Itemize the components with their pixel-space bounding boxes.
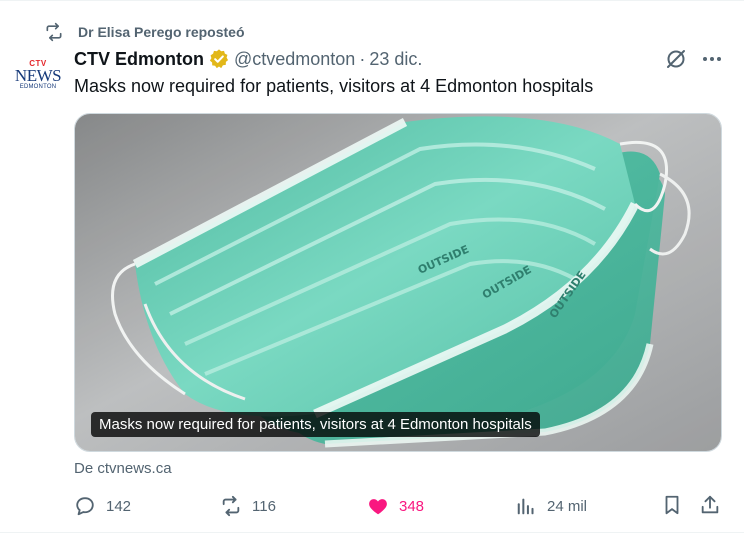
repost-button[interactable]: 116: [220, 494, 276, 518]
reply-button[interactable]: 142: [74, 494, 131, 518]
repost-count: 116: [252, 497, 276, 515]
repost-label: Dr Elisa Perego reposteó: [78, 24, 245, 40]
bottom-divider: [0, 532, 744, 533]
reply-icon: [76, 497, 94, 516]
repost-action-icon: [222, 495, 240, 517]
like-button[interactable]: 348: [367, 494, 424, 518]
heart-icon: [369, 499, 387, 515]
tweet-header: CTV Edmonton @ctvedmonton · 23 dic.: [74, 47, 422, 71]
grok-icon[interactable]: [664, 47, 688, 71]
header-separator: ·: [359, 48, 366, 69]
card-source[interactable]: De ctvnews.ca: [74, 460, 172, 477]
avatar[interactable]: CTV NEWS EDMONTON: [14, 53, 62, 97]
card-caption: Masks now required for patients, visitor…: [91, 412, 540, 437]
reply-count: 142: [106, 497, 132, 515]
repost-icon: [46, 22, 62, 42]
bookmark-icon[interactable]: [661, 494, 683, 516]
views-button[interactable]: 24 mil: [515, 494, 587, 518]
views-icon: [517, 498, 534, 515]
mask-photo: OUTSIDE OUTSIDE OUTSIDE: [75, 114, 721, 451]
author-name[interactable]: CTV Edmonton: [74, 49, 204, 70]
share-icon[interactable]: [699, 494, 721, 516]
like-count: 348: [399, 497, 425, 515]
top-divider: [0, 0, 744, 1]
repost-context[interactable]: Dr Elisa Perego reposteó: [44, 20, 245, 44]
author-handle[interactable]: @ctvedmonton: [234, 49, 355, 70]
views-count: 24 mil: [547, 497, 588, 515]
tweet-text: Masks now required for patients, visitor…: [74, 76, 594, 96]
link-card-image[interactable]: OUTSIDE OUTSIDE OUTSIDE Masks now requir…: [74, 113, 722, 452]
avatar-news-text: NEWS: [14, 65, 62, 85]
verified-badge-icon[interactable]: [208, 48, 230, 70]
more-icon[interactable]: [700, 47, 724, 71]
avatar-city-text: EDMONTON: [19, 83, 57, 90]
tweet-date[interactable]: 23 dic.: [369, 49, 422, 70]
